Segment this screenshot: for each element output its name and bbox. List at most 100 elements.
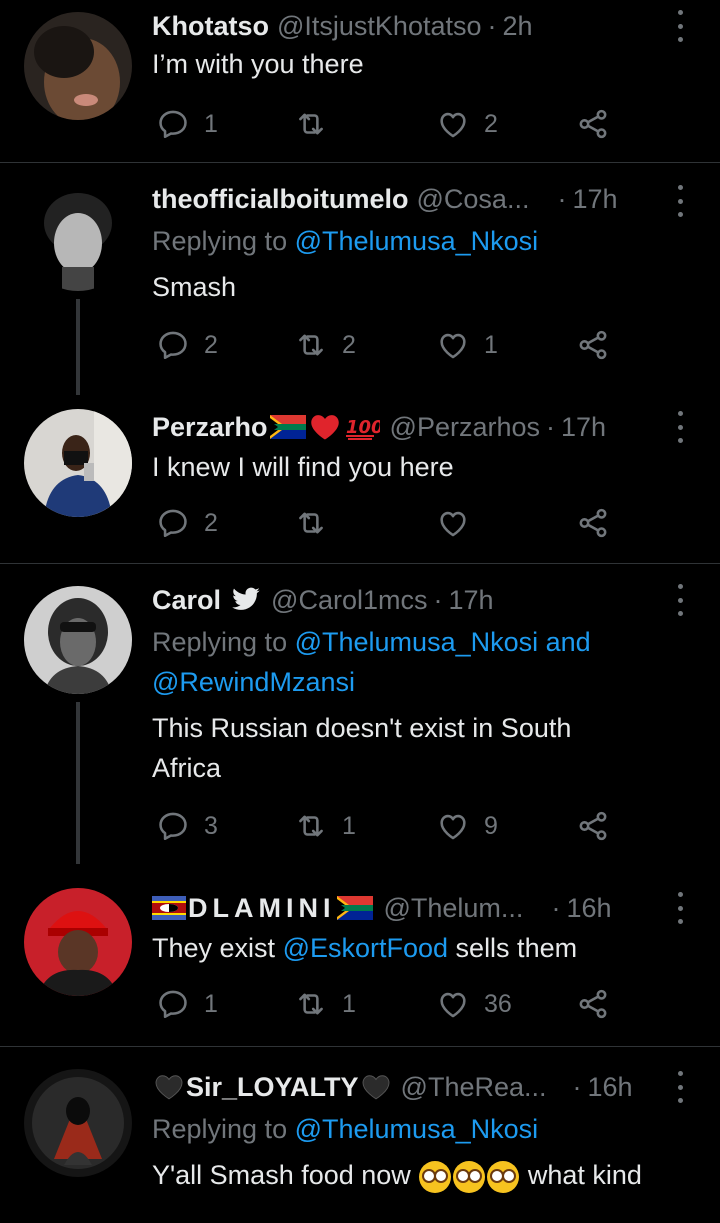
like-count: 9: [484, 811, 498, 840]
tweet-text-line: Africa: [152, 753, 222, 783]
reply-button[interactable]: 1: [156, 104, 218, 144]
reply-button[interactable]: 2: [156, 503, 218, 543]
action-bar: 3 1 9: [152, 806, 632, 846]
timestamp[interactable]: 17h: [448, 578, 493, 622]
mention-link[interactable]: @RewindMzansi: [152, 667, 355, 697]
more-vertical-icon[interactable]: [670, 1071, 690, 1103]
reply-count: 3: [204, 811, 218, 840]
retweet-button[interactable]: 1: [294, 806, 356, 846]
tweet-khotatso[interactable]: Khotatso @ItsjustKhotatso · 2h I’m with …: [0, 0, 720, 162]
user-handle[interactable]: @Cosa...: [417, 177, 530, 221]
like-button[interactable]: 36: [436, 984, 512, 1024]
reply-button[interactable]: 3: [156, 806, 218, 846]
flushed-face-icon: [487, 1160, 520, 1193]
tweet-dlamini[interactable]: DLAMINI @Thelum... · 16h They exist @Esk…: [0, 864, 720, 1046]
replying-to: Replying to @Thelumusa_Nkosi: [152, 1109, 680, 1149]
tweet-text-line: This Russian doesn't exist in South: [152, 713, 572, 743]
display-name[interactable]: Khotatso: [152, 4, 269, 48]
mention-link[interactable]: @Thelumusa_Nkosi: [295, 226, 539, 256]
like-count: 1: [484, 330, 498, 359]
share-icon: [576, 328, 610, 362]
mention-link[interactable]: @Thelumusa_Nkosi: [295, 1114, 539, 1144]
like-count: 2: [484, 109, 498, 138]
tweet-header: theofficialboitumelo @Cosa... · 17h: [152, 177, 664, 221]
tweet-sir-loyalty[interactable]: Sir_LOYALTY @TheRea... · 16h Replying to…: [0, 1047, 720, 1223]
tweet-perzarho[interactable]: Perzarho 100 @Perzarhos · 17h I knew I w…: [0, 395, 720, 563]
timestamp[interactable]: 2h: [503, 4, 533, 48]
user-handle[interactable]: @Perzarhos: [390, 405, 540, 449]
more-vertical-icon[interactable]: [670, 185, 690, 217]
reply-button[interactable]: 2: [156, 325, 218, 365]
black-heart-icon: [155, 1075, 183, 1100]
mention-link[interactable]: @EskortFood: [283, 933, 448, 963]
reply-bubble-icon: [156, 506, 190, 540]
user-handle[interactable]: @TheRea...: [401, 1065, 547, 1109]
user-handle[interactable]: @Thelum...: [383, 886, 523, 930]
timestamp[interactable]: 17h: [561, 405, 606, 449]
retweet-button[interactable]: 2: [294, 325, 356, 365]
like-button[interactable]: 1: [436, 325, 498, 365]
retweet-count: 1: [342, 989, 356, 1018]
avatar[interactable]: [24, 586, 132, 694]
eswatini-flag-icon: [152, 896, 186, 920]
like-button[interactable]: 2: [436, 104, 498, 144]
tweet-header: Sir_LOYALTY @TheRea... · 16h: [152, 1065, 664, 1109]
avatar[interactable]: [24, 12, 132, 120]
avatar[interactable]: [24, 1069, 132, 1177]
like-count: 36: [484, 989, 512, 1018]
retweet-button[interactable]: 1: [294, 984, 356, 1024]
avatar[interactable]: [24, 409, 132, 517]
mention-link[interactable]: @Thelumusa_Nkosi and: [295, 627, 591, 657]
tweet-text-part: what kind: [527, 1160, 642, 1190]
tweet-text: Y'all Smash food now what kind: [152, 1155, 696, 1195]
display-name[interactable]: Carol: [152, 578, 221, 622]
replying-to: Replying to @Thelumusa_Nkosi: [152, 221, 680, 261]
more-vertical-icon[interactable]: [670, 411, 690, 443]
more-vertical-icon[interactable]: [670, 584, 690, 616]
like-button[interactable]: 9: [436, 806, 498, 846]
avatar[interactable]: [24, 888, 132, 996]
share-button[interactable]: [576, 984, 624, 1024]
separator: ·: [487, 11, 497, 41]
svg-text:100: 100: [346, 417, 380, 438]
tweet-carol[interactable]: Carol @Carol1mcs · 17h Replying to @Thel…: [0, 564, 720, 864]
retweet-icon: [294, 328, 328, 362]
more-vertical-icon[interactable]: [670, 892, 690, 924]
reply-button[interactable]: 1: [156, 984, 218, 1024]
like-button[interactable]: [436, 503, 484, 543]
timestamp[interactable]: 16h: [566, 886, 611, 930]
flushed-face-icon: [453, 1160, 486, 1193]
retweet-icon: [294, 107, 328, 141]
heart-icon: [436, 107, 470, 141]
share-button[interactable]: [576, 806, 624, 846]
timestamp[interactable]: 17h: [572, 177, 617, 221]
hundred-points-icon: 100: [345, 417, 380, 440]
timestamp[interactable]: 16h: [588, 1065, 633, 1109]
share-button[interactable]: [576, 104, 624, 144]
user-handle[interactable]: @Carol1mcs: [271, 578, 427, 622]
heart-icon: [436, 987, 470, 1021]
separator: ·: [546, 412, 556, 442]
retweet-count: 1: [342, 811, 356, 840]
share-button[interactable]: [576, 325, 624, 365]
thread-line: [76, 702, 80, 864]
retweet-button[interactable]: [294, 104, 342, 144]
tweet-text: They exist @EskortFood sells them: [152, 928, 696, 968]
avatar[interactable]: [24, 183, 132, 291]
display-name[interactable]: Sir_LOYALTY: [186, 1065, 359, 1109]
tweet-text-part: sells them: [455, 933, 578, 963]
retweet-button[interactable]: [294, 503, 342, 543]
thread-line: [76, 299, 80, 395]
share-button[interactable]: [576, 503, 624, 543]
more-vertical-icon[interactable]: [670, 10, 690, 42]
black-heart-icon: [362, 1075, 390, 1100]
tweet-text: I knew I will find you here: [152, 452, 454, 482]
tweet-header: Khotatso @ItsjustKhotatso · 2h: [152, 4, 664, 48]
tweet-theofficialboitumelo[interactable]: theofficialboitumelo @Cosa... · 17h Repl…: [0, 163, 720, 395]
display-name[interactable]: Perzarho: [152, 405, 268, 449]
retweet-count: 2: [342, 330, 356, 359]
user-handle[interactable]: @ItsjustKhotatso: [277, 4, 482, 48]
reply-count: 1: [204, 989, 218, 1018]
display-name[interactable]: DLAMINI: [188, 886, 335, 930]
display-name[interactable]: theofficialboitumelo: [152, 177, 409, 221]
